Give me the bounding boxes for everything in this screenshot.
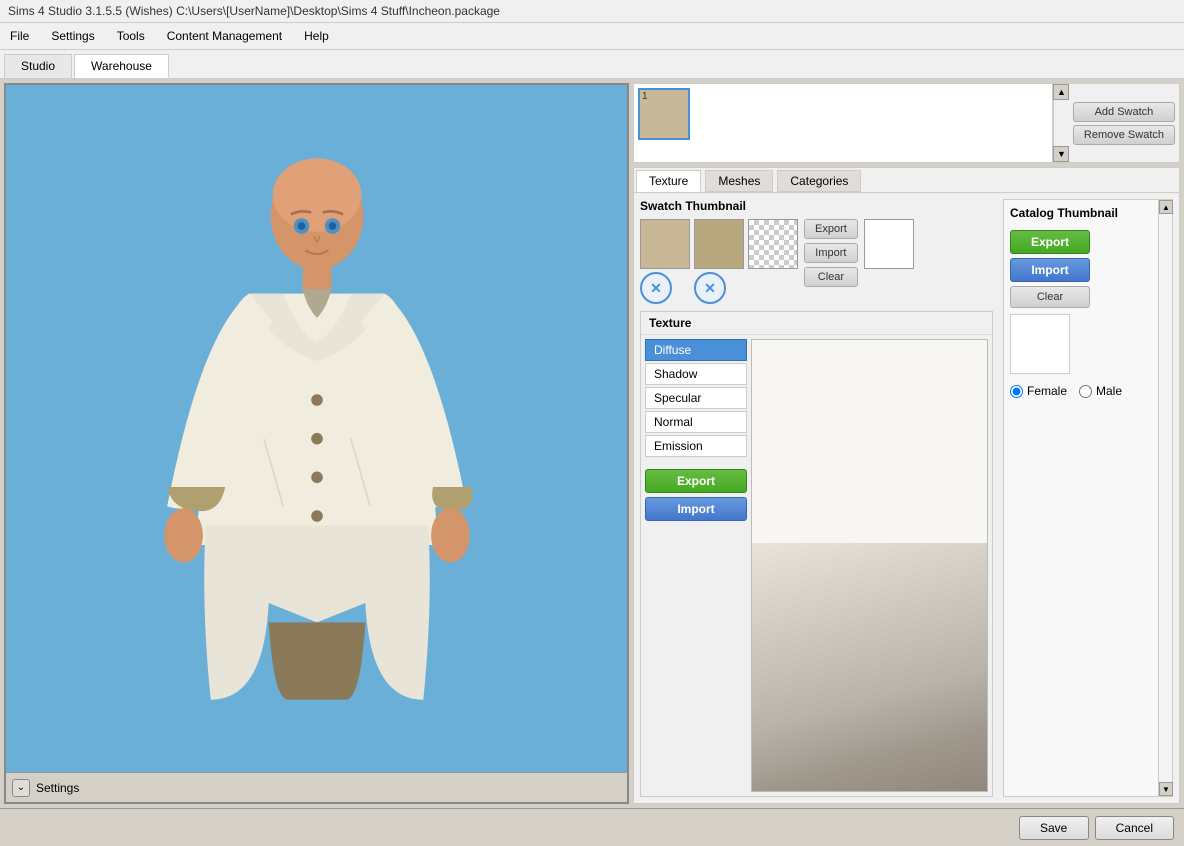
texture-type-normal[interactable]: Normal	[645, 411, 747, 433]
remove-thumb-1[interactable]: ✕	[640, 272, 672, 304]
tab-studio[interactable]: Studio	[4, 54, 72, 78]
swatch-scrollbar: ▲ ▼	[1053, 84, 1069, 162]
remove-thumb-2[interactable]: ✕	[694, 272, 726, 304]
gender-female-label: Female	[1027, 384, 1067, 398]
catalog-export-button[interactable]: Export	[1010, 230, 1090, 254]
character-area	[6, 85, 627, 772]
add-swatch-button[interactable]: Add Swatch	[1073, 102, 1175, 122]
menu-file[interactable]: File	[0, 27, 39, 45]
texture-section: Texture Diffuse Shadow Specular Normal E…	[640, 311, 993, 797]
swatch-thumbnail-section: Swatch Thumbnail ✕ ✕	[640, 199, 993, 303]
tab-warehouse[interactable]: Warehouse	[74, 54, 169, 78]
gender-female-radio[interactable]	[1010, 385, 1023, 398]
swatch-clear-button[interactable]: Clear	[804, 267, 858, 287]
texture-types-list: Diffuse Shadow Specular Normal Emission …	[641, 335, 751, 796]
cancel-button[interactable]: Cancel	[1095, 816, 1174, 840]
main-content: ⌄ Settings 1 ▲ ▼ Add Swatch Remove Swatc…	[0, 79, 1184, 808]
settings-bar: ⌄ Settings	[6, 772, 627, 802]
swatch-action-buttons: Add Swatch Remove Swatch	[1069, 84, 1179, 162]
sub-tab-categories[interactable]: Categories	[777, 170, 861, 192]
right-panel: 1 ▲ ▼ Add Swatch Remove Swatch Texture M…	[633, 83, 1180, 804]
footer: Save Cancel	[0, 808, 1184, 846]
texture-preview-lower	[752, 543, 987, 791]
gender-male-label: Male	[1096, 384, 1122, 398]
thumb-checker[interactable]	[748, 219, 798, 269]
swatch-import-button[interactable]: Import	[804, 243, 858, 263]
left-panel: ⌄ Settings	[4, 83, 629, 804]
texture-tab-content: Swatch Thumbnail ✕ ✕	[634, 193, 1179, 803]
texture-type-emission[interactable]: Emission	[645, 435, 747, 457]
texture-type-specular[interactable]: Specular	[645, 387, 747, 409]
coat-texture-visual	[752, 543, 987, 791]
settings-chevron[interactable]: ⌄	[12, 779, 30, 797]
swatch-thumbnail-title: Swatch Thumbnail	[640, 199, 993, 213]
texture-import-button[interactable]: Import	[645, 497, 747, 521]
gender-selection: Female Male	[1010, 384, 1166, 398]
thumb-dark[interactable]	[694, 219, 744, 269]
sub-tab-meshes[interactable]: Meshes	[705, 170, 773, 192]
thumb-diffuse[interactable]	[640, 219, 690, 269]
thumb-empty[interactable]	[864, 219, 914, 269]
texture-preview-container	[751, 339, 988, 792]
swatch-export-button[interactable]: Export	[804, 219, 858, 239]
catalog-preview-box	[1010, 314, 1070, 374]
settings-label: Settings	[36, 781, 79, 795]
texture-action-buttons: Export Import	[645, 469, 747, 521]
catalog-thumbnail-section: Catalog Thumbnail Export Import Clear	[1003, 199, 1173, 797]
catalog-clear-button[interactable]: Clear	[1010, 286, 1090, 308]
tabs-content: Texture Meshes Categories Swatch Thumbna…	[633, 167, 1180, 804]
texture-section-title: Texture	[641, 312, 992, 335]
gender-male-radio[interactable]	[1079, 385, 1092, 398]
remove-swatch-button[interactable]: Remove Swatch	[1073, 125, 1175, 145]
catalog-thumbnail-title: Catalog Thumbnail	[1010, 206, 1118, 220]
tabs-area: Studio Warehouse	[0, 50, 1184, 79]
catalog-scroll-down[interactable]: ▼	[1159, 782, 1173, 796]
save-button[interactable]: Save	[1019, 816, 1089, 840]
catalog-scroll-up[interactable]: ▲	[1159, 200, 1173, 214]
swatch-scroll-track	[1054, 100, 1069, 146]
texture-type-shadow[interactable]: Shadow	[645, 363, 747, 385]
swatch-scroll-up[interactable]: ▲	[1053, 84, 1069, 100]
menu-settings[interactable]: Settings	[41, 27, 104, 45]
texture-preview-upper	[752, 340, 987, 543]
character-svg	[107, 139, 527, 719]
catalog-vertical-scroll: ▲ ▼	[1158, 200, 1172, 796]
thumbnail-grid: ✕ ✕	[640, 219, 798, 303]
swatch-strip: 1 ▲ ▼ Add Swatch Remove Swatch	[633, 83, 1180, 163]
menu-help[interactable]: Help	[294, 27, 339, 45]
texture-type-diffuse[interactable]: Diffuse	[645, 339, 747, 361]
sub-tabs: Texture Meshes Categories	[634, 168, 1179, 193]
menu-tools[interactable]: Tools	[107, 27, 155, 45]
swatch-scroll-down[interactable]: ▼	[1053, 146, 1069, 162]
catalog-import-button[interactable]: Import	[1010, 258, 1090, 282]
sub-tab-texture[interactable]: Texture	[636, 170, 701, 192]
swatch-list[interactable]: 1	[634, 84, 1053, 162]
menu-content-management[interactable]: Content Management	[157, 27, 292, 45]
viewport	[6, 85, 627, 772]
app-title: Sims 4 Studio 3.1.5.5 (Wishes) C:\Users\…	[8, 4, 500, 18]
swatch-number: 1	[642, 91, 648, 102]
catalog-scroll-track	[1159, 214, 1172, 782]
swatch-item-1[interactable]: 1	[638, 88, 690, 140]
texture-export-button[interactable]: Export	[645, 469, 747, 493]
menu-bar: File Settings Tools Content Management H…	[0, 23, 1184, 50]
title-bar: Sims 4 Studio 3.1.5.5 (Wishes) C:\Users\…	[0, 0, 1184, 23]
